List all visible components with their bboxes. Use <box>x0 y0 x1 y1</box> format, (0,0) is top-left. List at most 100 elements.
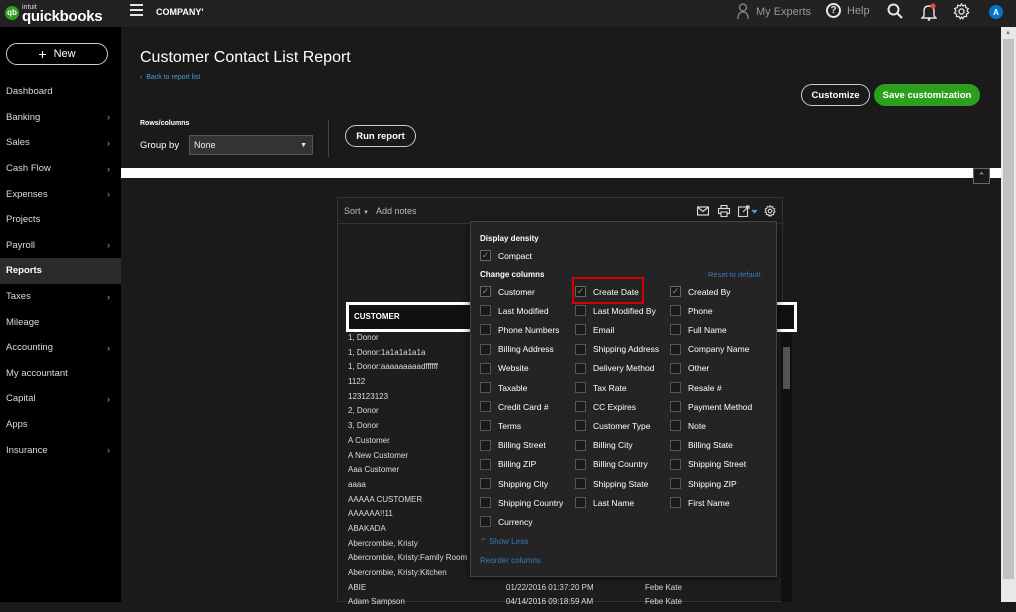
column-option-shipping-address[interactable]: Shipping Address <box>575 343 659 355</box>
compact-checkbox[interactable]: ✓ <box>480 250 491 261</box>
customer-column-header[interactable]: CUSTOMER <box>354 312 400 321</box>
hamburger-menu-icon[interactable] <box>130 4 143 17</box>
checkbox[interactable] <box>670 324 681 336</box>
column-option-other[interactable]: Other <box>670 362 709 374</box>
column-option-company-name[interactable]: Company Name <box>670 343 749 355</box>
checkbox[interactable] <box>575 478 586 489</box>
checkbox[interactable] <box>575 362 586 374</box>
company-name[interactable]: COMPANY' <box>156 7 203 17</box>
checkbox[interactable] <box>670 478 681 489</box>
column-option-created-by[interactable]: ✓ Created By <box>670 286 731 297</box>
sidebar-item-insurance[interactable]: Insurance › <box>0 437 121 463</box>
column-option-shipping-state[interactable]: Shipping State <box>575 478 648 489</box>
reset-to-default-link[interactable]: Reset to default <box>708 270 761 279</box>
sidebar-item-capital[interactable]: Capital › <box>0 386 121 412</box>
column-option-resale[interactable]: Resale # <box>670 382 722 393</box>
sidebar-item-expenses[interactable]: Expenses › <box>0 181 121 207</box>
my-experts-button[interactable]: My Experts <box>737 3 811 20</box>
column-option-billing-address[interactable]: Billing Address <box>480 343 554 355</box>
sidebar-item-cash-flow[interactable]: Cash Flow › <box>0 156 121 182</box>
column-option-shipping-city[interactable]: Shipping City <box>480 478 548 489</box>
checkbox[interactable] <box>575 458 586 470</box>
column-option-website[interactable]: Website <box>480 362 529 374</box>
checkbox[interactable] <box>480 497 491 509</box>
new-button[interactable]: + New <box>6 43 108 65</box>
column-option-customer-type[interactable]: Customer Type <box>575 420 650 432</box>
checkbox[interactable] <box>480 478 491 489</box>
sidebar-item-projects[interactable]: Projects <box>0 207 121 233</box>
checked-checkbox[interactable]: ✓ <box>480 286 491 297</box>
sidebar-item-my-accountant[interactable]: My accountant <box>0 361 121 387</box>
column-option-full-name[interactable]: Full Name <box>670 324 727 336</box>
checkbox[interactable] <box>670 362 681 374</box>
group-by-select[interactable]: None ▼ <box>189 135 313 155</box>
checkbox[interactable] <box>670 382 681 393</box>
checkbox[interactable] <box>670 401 681 413</box>
checkbox[interactable] <box>480 420 491 432</box>
column-option-phone-numbers[interactable]: Phone Numbers <box>480 324 559 336</box>
report-scrollbar[interactable] <box>781 333 792 602</box>
checkbox[interactable] <box>670 305 681 317</box>
checkbox[interactable] <box>670 439 681 451</box>
checkbox[interactable] <box>480 382 491 393</box>
sidebar-item-reports[interactable]: Reports <box>0 258 121 284</box>
column-option-last-modified[interactable]: Last Modified <box>480 305 549 317</box>
column-option-shipping-country[interactable]: Shipping Country <box>480 497 563 509</box>
column-option-billing-country[interactable]: Billing Country <box>575 458 648 470</box>
checkbox[interactable] <box>480 305 491 317</box>
page-scrollbar-thumb[interactable] <box>1003 39 1014 579</box>
column-option-delivery-method[interactable]: Delivery Method <box>575 362 654 374</box>
checkbox[interactable] <box>480 362 491 374</box>
checkbox[interactable] <box>575 401 586 413</box>
sidebar-item-apps[interactable]: Apps <box>0 412 121 438</box>
checkbox[interactable] <box>480 516 491 528</box>
column-option-cc-expires[interactable]: CC Expires <box>575 401 636 413</box>
sort-dropdown[interactable]: Sort ▼ <box>344 206 369 216</box>
column-option-email[interactable]: Email <box>575 324 614 336</box>
checkbox[interactable] <box>480 458 491 470</box>
export-icon[interactable] <box>738 205 758 217</box>
page-scrollbar[interactable]: ▲ <box>1001 27 1016 602</box>
search-icon[interactable] <box>887 3 903 19</box>
sidebar-item-mileage[interactable]: Mileage <box>0 309 121 335</box>
sidebar-item-payroll[interactable]: Payroll › <box>0 233 121 259</box>
sidebar-item-sales[interactable]: Sales › <box>0 130 121 156</box>
column-option-phone[interactable]: Phone <box>670 305 713 317</box>
checkbox[interactable] <box>670 343 681 355</box>
checkbox[interactable] <box>575 497 586 509</box>
column-option-tax-rate[interactable]: Tax Rate <box>575 382 627 393</box>
checkbox[interactable] <box>575 305 586 317</box>
checkbox[interactable] <box>670 458 681 470</box>
scroll-up-arrow-icon[interactable]: ▲ <box>1005 30 1011 36</box>
table-row[interactable]: ABIE 01/22/2016 01:37:20 PM Febe Kate <box>348 583 778 598</box>
customize-button[interactable]: Customize <box>801 84 870 106</box>
checkbox[interactable] <box>480 343 491 355</box>
column-option-billing-city[interactable]: Billing City <box>575 439 633 451</box>
column-option-customer[interactable]: ✓ Customer <box>480 286 535 297</box>
email-icon[interactable] <box>697 205 709 217</box>
report-scrollbar-thumb[interactable] <box>783 347 790 389</box>
checkbox[interactable] <box>575 343 586 355</box>
column-option-billing-zip[interactable]: Billing ZIP <box>480 458 536 470</box>
back-to-report-list-link[interactable]: ‹ Back to report list <box>140 74 200 81</box>
save-customization-button[interactable]: Save customization <box>874 84 980 106</box>
reorder-columns-link[interactable]: Reorder columns <box>480 556 541 565</box>
sidebar-item-accounting[interactable]: Accounting › <box>0 335 121 361</box>
checkbox[interactable] <box>575 382 586 393</box>
notification-bell-icon[interactable] <box>921 3 937 21</box>
column-option-last-modified-by[interactable]: Last Modified By <box>575 305 656 317</box>
checkbox[interactable] <box>480 324 491 336</box>
checkbox[interactable] <box>575 439 586 451</box>
column-option-note[interactable]: Note <box>670 420 706 432</box>
checked-checkbox[interactable]: ✓ <box>670 286 681 297</box>
column-option-billing-street[interactable]: Billing Street <box>480 439 546 451</box>
column-option-last-name[interactable]: Last Name <box>575 497 634 509</box>
sidebar-item-taxes[interactable]: Taxes › <box>0 284 121 310</box>
checkbox[interactable] <box>670 420 681 432</box>
column-option-currency[interactable]: Currency <box>480 516 532 528</box>
user-avatar[interactable]: A <box>989 5 1003 19</box>
add-notes-button[interactable]: Add notes <box>376 206 417 216</box>
collapse-chevron-up-icon[interactable]: ⌃ <box>973 168 990 184</box>
help-button[interactable]: ? Help <box>826 3 870 18</box>
sidebar-item-banking[interactable]: Banking › <box>0 105 121 131</box>
